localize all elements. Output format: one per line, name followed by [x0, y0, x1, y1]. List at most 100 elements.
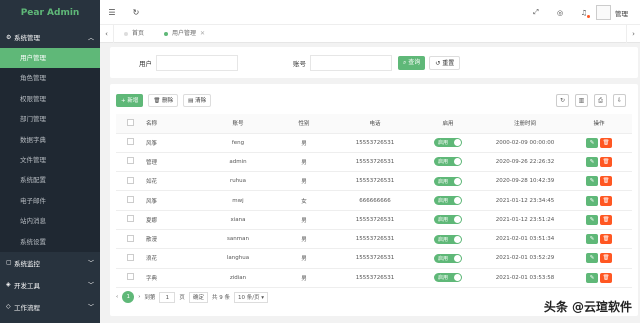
globe-icon[interactable]: ◎ — [548, 9, 572, 17]
toggle-knob — [454, 254, 461, 262]
delete-icon[interactable]: 🗑 — [600, 195, 612, 206]
delete-icon[interactable]: 🗑 — [600, 214, 612, 225]
table-row[interactable]: 管理 admin 男 15553726531 启用 2020-09-26 22:26:32… — [116, 152, 632, 173]
edit-icon[interactable]: ✎ — [586, 195, 598, 206]
enable-toggle[interactable]: 启用 — [434, 138, 462, 148]
enable-toggle[interactable]: 启用 — [434, 234, 462, 244]
delete-icon[interactable]: 🗑 — [600, 137, 612, 148]
delete-icon[interactable]: 🗑 — [600, 272, 612, 283]
avatar[interactable] — [596, 5, 611, 20]
export-icon[interactable]: ⇩ — [613, 94, 626, 107]
current-page[interactable]: 1 — [122, 291, 135, 303]
page-input[interactable]: 1 — [159, 291, 176, 303]
confirm-button[interactable]: 确定 — [188, 291, 208, 303]
sidebar: Pear Admin ⚙ 系统管理 ︿ 用户管理 角色管理 权限管理 部门管理 数据字典… — [0, 0, 100, 323]
refresh-icon[interactable]: ↻ — [124, 8, 148, 17]
tab-user-management[interactable]: 用户管理 ✕ — [154, 25, 215, 43]
user-input[interactable] — [156, 54, 238, 71]
bell-icon[interactable]: ♫ — [572, 9, 596, 18]
edit-icon[interactable]: ✎ — [586, 176, 598, 187]
sidebar-group-system[interactable]: ⚙ 系统管理 ︿ — [0, 26, 100, 48]
delete-button[interactable]: 🗑 删除 — [148, 94, 179, 107]
row-select — [116, 229, 144, 250]
sidebar-item[interactable]: 用户管理 — [0, 48, 100, 69]
enable-toggle[interactable]: 启用 — [434, 176, 462, 186]
sidebar-item[interactable]: 文件管理 — [0, 150, 100, 170]
edit-icon[interactable]: ✎ — [586, 234, 598, 245]
delete-icon[interactable]: 🗑 — [600, 176, 612, 187]
row-checkbox[interactable] — [126, 215, 134, 223]
table-row[interactable]: 如花 ruhua 男 15553726531 启用 2020-09-28 10:42:39… — [116, 171, 632, 192]
table-row[interactable]: 浪花 langhua 男 15553726531 启用 2021-02-01 03:52:… — [116, 248, 632, 269]
columns-icon[interactable]: ▥ — [575, 94, 588, 107]
cell-name: 风筝 — [144, 133, 206, 153]
menu-toggle-icon[interactable]: ☰ — [100, 8, 124, 17]
clear-button[interactable]: ▤ 清除 — [183, 94, 212, 107]
cell-name: 管理 — [144, 152, 206, 173]
close-icon[interactable]: ✕ — [200, 25, 205, 43]
sidebar-item[interactable]: 权限管理 — [0, 89, 100, 109]
delete-icon[interactable]: 🗑 — [600, 234, 612, 245]
per-page-select[interactable]: 10 条/页 ▾ — [233, 291, 269, 303]
table-row[interactable]: 散漫 sanman 男 15553726531 启用 2021-02-01 03:51:3… — [116, 229, 632, 250]
edit-icon[interactable]: ✎ — [586, 214, 598, 225]
row-checkbox[interactable] — [126, 157, 134, 165]
enable-toggle[interactable]: 启用 — [434, 273, 462, 283]
account-input[interactable] — [310, 54, 392, 71]
col-phone: 电话 — [338, 114, 412, 134]
print-icon[interactable]: ⎙ — [594, 94, 607, 107]
next-page-icon[interactable]: › — [138, 294, 140, 300]
sidebar-item[interactable]: 系统设置 — [0, 232, 100, 252]
query-button[interactable]: ⌕ 查询 — [398, 55, 426, 70]
delete-icon[interactable]: 🗑 — [600, 253, 612, 264]
cell-register-time: 2020-09-28 10:42:39 — [484, 171, 566, 192]
prev-page-icon[interactable]: ‹ — [116, 294, 118, 300]
sidebar-group-devtools[interactable]: ◈ 开发工具 ﹀ — [0, 274, 100, 296]
table-row[interactable]: 风筝 mwj 女 666666666 启用 2021-01-12 23:34:45 ✎ 🗑 — [116, 190, 632, 211]
page-unit: 页 — [179, 295, 185, 301]
sidebar-item[interactable]: 站内消息 — [0, 211, 100, 231]
cell-gender: 男 — [270, 171, 338, 192]
edit-icon[interactable]: ✎ — [586, 253, 598, 264]
tab-scroll-right-icon[interactable]: › — [626, 24, 640, 43]
delete-icon[interactable]: 🗑 — [600, 156, 612, 167]
row-checkbox[interactable] — [126, 196, 134, 204]
fullscreen-icon[interactable]: ⤢ — [524, 8, 548, 17]
table-row[interactable]: 夏娜 xiana 男 15553726531 启用 2021-01-12 23:51:24… — [116, 210, 632, 230]
cell-actions: ✎ 🗑 — [566, 268, 632, 288]
sidebar-item[interactable]: 部门管理 — [0, 109, 100, 129]
row-checkbox[interactable] — [126, 176, 134, 184]
row-checkbox[interactable] — [126, 234, 134, 242]
sidebar-item[interactable]: 电子邮件 — [0, 191, 100, 211]
sidebar-item[interactable]: 角色管理 — [0, 68, 100, 88]
enable-toggle[interactable]: 启用 — [434, 157, 462, 167]
cell-account: admin — [206, 152, 270, 173]
table-row[interactable]: 风筝 feng 男 15553726531 启用 2000-02-09 00:00:00 ✎… — [116, 133, 632, 153]
edit-icon[interactable]: ✎ — [586, 272, 598, 283]
tab-home[interactable]: 首页 — [114, 25, 154, 43]
sidebar-item[interactable]: 系统配置 — [0, 170, 100, 190]
edit-icon[interactable]: ✎ — [586, 137, 598, 148]
cell-phone: 15553726531 — [338, 268, 412, 288]
sidebar-item[interactable]: 数据字典 — [0, 130, 100, 150]
col-actions: 操作 — [566, 114, 632, 134]
tab-scroll-left-icon[interactable]: ‹ — [100, 24, 114, 43]
row-checkbox[interactable] — [126, 273, 134, 281]
enable-toggle[interactable]: 启用 — [434, 215, 462, 225]
enable-toggle[interactable]: 启用 — [434, 253, 462, 263]
username[interactable]: 管理 — [615, 8, 628, 18]
refresh-icon[interactable]: ↻ — [556, 94, 569, 107]
row-checkbox[interactable] — [126, 253, 134, 261]
pagination: ‹ 1 › 到第 1 页 确定 共 9 条 10 条/页 ▾ — [116, 291, 269, 303]
edit-icon[interactable]: ✎ — [586, 156, 598, 167]
select-all-checkbox[interactable] — [126, 118, 134, 126]
row-checkbox[interactable] — [126, 138, 134, 146]
sidebar-group-workflow[interactable]: ◇ 工作流程 ﹀ — [0, 296, 100, 318]
sidebar-group-monitor[interactable]: ▢ 系统监控 ﹀ — [0, 252, 100, 274]
enable-toggle[interactable]: 启用 — [434, 196, 462, 206]
table-row[interactable]: 字典 zidian 男 15553726531 启用 2021-02-01 03:53:5… — [116, 268, 632, 288]
add-button[interactable]: + 新增 — [116, 94, 144, 107]
reset-button[interactable]: ↺ 重置 — [429, 55, 461, 70]
cell-enabled: 启用 — [412, 229, 484, 250]
chevron-down-icon: ﹀ — [87, 260, 94, 268]
